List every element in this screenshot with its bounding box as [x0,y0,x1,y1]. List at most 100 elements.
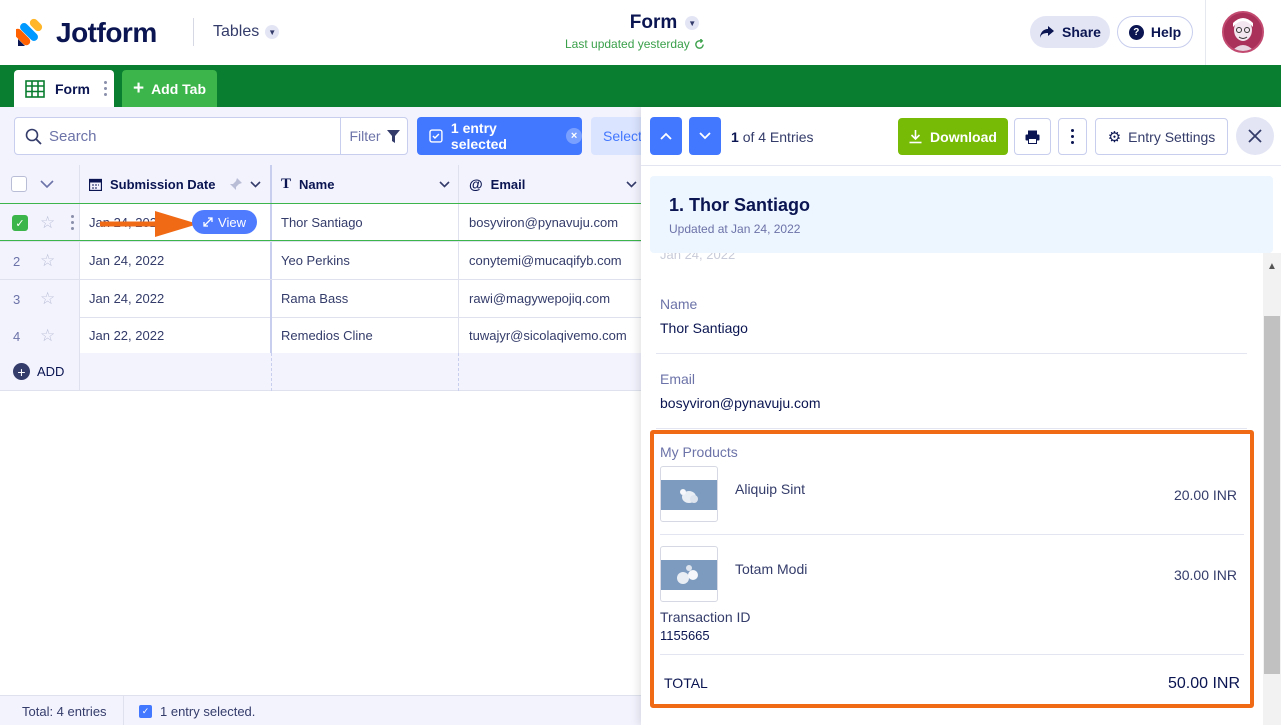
table-footer: Total: 4 entries ✓ 1 entry selected. [0,695,645,725]
transaction-id-label: Transaction ID [660,609,751,625]
select-label: Select [603,128,642,144]
product-image [660,466,718,522]
row-options-icon[interactable] [71,215,74,230]
entry-settings-button[interactable]: ⚙ Entry Settings [1095,118,1228,155]
row-checkbox[interactable]: ✓ [12,215,28,231]
table-header-row: Submission Date T Name @ Email [0,165,645,204]
entry-detail-panel: 1 of 4 Entries Download ⚙ Entry Settings… [641,107,1281,725]
add-entry-button[interactable]: + ADD [13,363,64,380]
transaction-id-value: 1155665 [660,628,710,643]
star-icon[interactable]: ☆ [40,213,55,233]
gear-icon: ⚙ [1107,128,1122,146]
download-icon [909,129,922,143]
plus-icon: + [132,78,145,99]
selection-status-label: 1 entry selected. [160,704,256,719]
form-title-button[interactable]: Form ▼ [630,12,700,34]
product-item: Totam Modi 30.00 INR [660,546,1240,616]
entry-updated: Updated at Jan 24, 2022 [669,222,801,236]
previous-entry-button[interactable] [650,117,682,155]
clear-selection-icon[interactable]: × [566,128,582,144]
add-tab-button[interactable]: + Add Tab [122,70,217,107]
print-button[interactable] [1014,118,1051,155]
chevron-down-icon[interactable] [40,180,54,189]
add-row: + ADD [0,353,645,391]
more-options-button[interactable] [1058,118,1087,155]
tab-form[interactable]: Form [14,70,114,107]
view-entry-button[interactable]: View [192,210,257,234]
filter-label: Filter [349,128,381,144]
column-label: Submission Date [110,176,216,192]
app-header: Jotform Tables ▼ Form ▼ Last updated yes… [0,0,1281,65]
filter-button[interactable]: Filter [340,118,408,154]
cell-submission-date: Jan 24, 2022 [80,242,272,279]
product-name: Totam Modi [735,561,808,577]
plus-icon: + [13,363,30,380]
tab-form-label: Form [55,80,90,97]
printer-icon [1025,130,1040,144]
add-tab-label: Add Tab [151,80,207,97]
download-button[interactable]: Download [898,118,1008,155]
table-toolbar: Filter 1 entry selected × Select [0,107,651,165]
tab-bar: Form + Add Tab [0,65,1281,107]
table-row[interactable]: 4 ☆ Jan 22, 2022 Remedios Cline tuwajyr@… [0,317,645,355]
column-header-submission-date[interactable]: Submission Date [80,165,272,203]
chevron-down-icon[interactable] [439,181,450,188]
product-divider [660,534,1244,535]
entry-selected-chip[interactable]: 1 entry selected × [417,117,582,155]
field-value[interactable]: Thor Santiago [660,320,748,336]
scrollbar-thumb[interactable] [1264,316,1280,674]
cell-email: rawi@magywepojiq.com [469,291,611,306]
column-header-name[interactable]: T Name [272,165,459,203]
chevron-down-icon [699,132,711,140]
row-control-cell: 3 ☆ [0,280,80,317]
close-panel-button[interactable] [1236,117,1274,155]
chevron-down-icon[interactable] [250,181,261,188]
cell-name: Rama Bass [272,280,459,317]
field-label: Email [660,371,696,387]
chevron-down-icon[interactable] [626,181,637,188]
row-number: 4 [13,329,21,344]
field-value[interactable]: bosyviron@pynavuju.com [660,395,821,411]
next-entry-button[interactable] [689,117,721,155]
field-name: Name Thor Santiago [656,253,1247,354]
table-row[interactable]: ✓ ☆ Jan 24, 2022 Thor Santiago bosyviron… [0,204,645,242]
entry-counter: 1 of 4 Entries [731,129,814,145]
search-box: Filter [14,117,408,155]
tab-options-icon[interactable] [104,81,107,96]
filter-icon [386,129,400,143]
selection-status: ✓ 1 entry selected. [139,704,255,719]
avatar[interactable] [1222,11,1264,53]
table-row[interactable]: 2 ☆ Jan 24, 2022 Yeo Perkins conytemi@mu… [0,242,645,280]
scroll-up-icon[interactable]: ▲ [1267,261,1277,272]
star-icon[interactable]: ☆ [40,251,55,271]
entry-counter-current: 1 [731,129,739,145]
column-label: Name [299,176,335,192]
pin-icon[interactable] [229,178,242,191]
search-input[interactable] [49,126,339,146]
table-row[interactable]: 3 ☆ Jan 24, 2022 Rama Bass rawi@magywepo… [0,280,645,318]
cell-name: Yeo Perkins [272,242,459,279]
star-icon[interactable]: ☆ [40,289,55,309]
products-highlight: My Products Aliquip Sint 20.00 INR Totam… [650,430,1254,708]
header-divider [1205,0,1206,65]
share-button[interactable]: Share [1030,16,1110,48]
help-button[interactable]: ? Help [1117,16,1193,48]
entry-header-card: 1. Thor Santiago Updated at Jan 24, 2022 [650,176,1273,253]
checkbox-checked-icon: ✓ [139,705,152,718]
product-price: 30.00 INR [1173,567,1237,583]
entry-fields: Jan 24, 2022 Name Thor Santiago Email bo… [641,253,1263,725]
cell-submission-date: Jan 24, 2022 [80,280,272,317]
add-label: ADD [37,364,65,379]
refresh-icon [694,38,704,49]
panel-scrollbar[interactable]: ▲ [1263,253,1281,725]
star-icon[interactable]: ☆ [40,326,55,346]
total-label: TOTAL [664,675,708,691]
row-number: 3 [13,292,21,307]
field-email: Email bosyviron@pynavuju.com [656,354,1247,429]
last-updated: Last updated yesterday [565,37,705,51]
share-label: Share [1062,24,1101,40]
column-header-email[interactable]: @ Email [459,165,645,203]
view-label: View [218,214,246,230]
close-icon [1248,129,1262,143]
select-all-checkbox[interactable] [11,176,27,192]
